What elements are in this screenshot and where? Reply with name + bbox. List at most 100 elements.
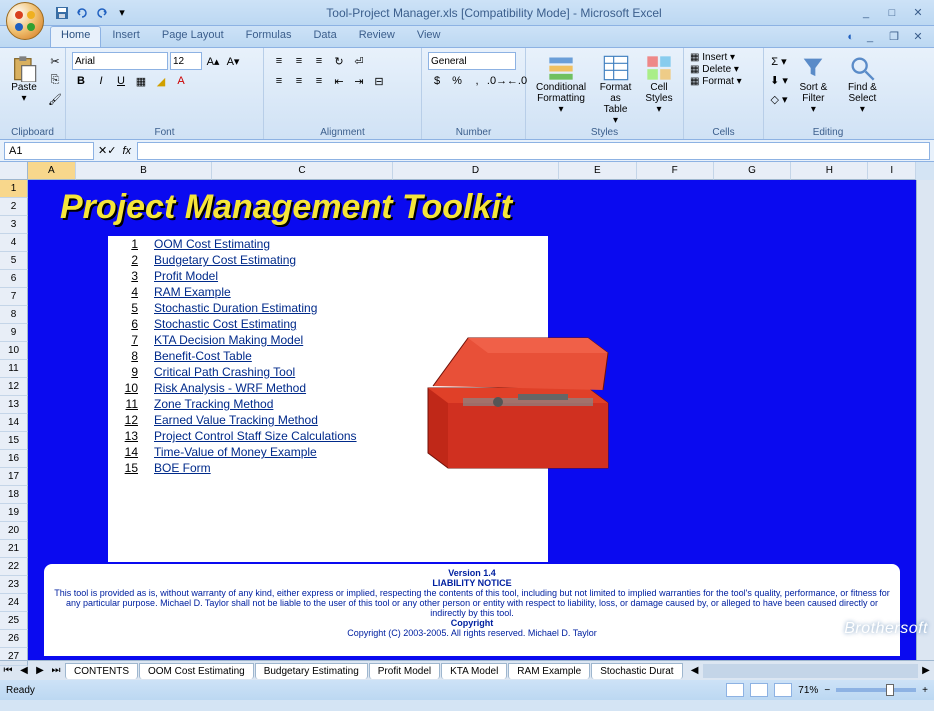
inner-restore-icon[interactable]: ❐ (886, 29, 902, 45)
autosum-icon[interactable]: Σ ▾ (770, 52, 788, 70)
row-header[interactable]: 22 (0, 558, 28, 576)
tab-data[interactable]: Data (302, 26, 347, 47)
column-header[interactable]: G (714, 162, 791, 180)
tab-nav-next-icon[interactable]: ▶ (32, 663, 48, 679)
sheet-tab[interactable]: CONTENTS (65, 663, 138, 679)
row-header[interactable]: 9 (0, 324, 28, 342)
tab-insert[interactable]: Insert (101, 26, 151, 47)
align-top-icon[interactable]: ≡ (270, 52, 288, 70)
zoom-percent[interactable]: 71% (798, 685, 818, 696)
row-header[interactable]: 25 (0, 612, 28, 630)
row-header[interactable]: 17 (0, 468, 28, 486)
toc-link[interactable]: Project Control Staff Size Calculations (154, 429, 357, 443)
toc-link[interactable]: Earned Value Tracking Method (154, 413, 318, 427)
decrease-indent-icon[interactable]: ⇤ (330, 72, 348, 90)
toc-link[interactable]: Benefit-Cost Table (154, 349, 252, 363)
inner-close-icon[interactable]: ✕ (910, 29, 926, 45)
column-header[interactable]: F (637, 162, 714, 180)
insert-cells-button[interactable]: ▦ Insert ▾ (690, 52, 742, 63)
tab-review[interactable]: Review (348, 26, 406, 47)
column-header[interactable]: E (559, 162, 636, 180)
cell-styles-button[interactable]: Cell Styles▾ (641, 52, 677, 117)
format-as-table-button[interactable]: Format as Table▾ (594, 52, 637, 128)
page-layout-view-icon[interactable] (750, 683, 768, 697)
row-header[interactable]: 24 (0, 594, 28, 612)
row-header[interactable]: 3 (0, 216, 28, 234)
bold-icon[interactable]: B (72, 72, 90, 90)
sheet-tab[interactable]: Profit Model (369, 663, 440, 679)
row-header[interactable]: 27 (0, 648, 28, 666)
sort-filter-button[interactable]: Sort & Filter▾ (792, 52, 835, 117)
tab-page-layout[interactable]: Page Layout (151, 26, 235, 47)
border-icon[interactable]: ▦ (132, 72, 150, 90)
tab-formulas[interactable]: Formulas (235, 26, 303, 47)
enter-formula-icon[interactable]: ✓ (107, 144, 116, 157)
row-header[interactable]: 2 (0, 198, 28, 216)
column-header[interactable]: C (212, 162, 392, 180)
row-header[interactable]: 4 (0, 234, 28, 252)
column-header[interactable]: H (791, 162, 868, 180)
page-break-view-icon[interactable] (774, 683, 792, 697)
tab-view[interactable]: View (406, 26, 452, 47)
select-all-corner[interactable] (0, 162, 28, 180)
column-header[interactable]: B (76, 162, 213, 180)
row-header[interactable]: 14 (0, 414, 28, 432)
row-header[interactable]: 23 (0, 576, 28, 594)
redo-icon[interactable] (94, 5, 110, 21)
toc-link[interactable]: Time-Value of Money Example (154, 445, 317, 459)
normal-view-icon[interactable] (726, 683, 744, 697)
column-header[interactable]: I (868, 162, 916, 180)
align-bottom-icon[interactable]: ≡ (310, 52, 328, 70)
row-header[interactable]: 1 (0, 180, 28, 198)
toc-link[interactable]: Budgetary Cost Estimating (154, 253, 296, 267)
row-header[interactable]: 6 (0, 270, 28, 288)
format-painter-icon[interactable]: 🖌 (46, 90, 64, 108)
row-header[interactable]: 21 (0, 540, 28, 558)
maximize-icon[interactable]: □ (884, 5, 900, 21)
font-name-select[interactable] (72, 52, 168, 70)
horizontal-scrollbar[interactable]: ◀▶ (687, 663, 934, 679)
merge-center-icon[interactable]: ⊟ (370, 72, 388, 90)
percent-icon[interactable]: % (448, 72, 466, 90)
accounting-icon[interactable]: $ (428, 72, 446, 90)
format-cells-button[interactable]: ▦ Format ▾ (690, 76, 742, 87)
zoom-out-icon[interactable]: − (824, 685, 830, 696)
help-icon[interactable]: ◐ (847, 31, 854, 43)
toc-link[interactable]: KTA Decision Making Model (154, 333, 303, 347)
font-color-icon[interactable]: A (172, 72, 190, 90)
toc-link[interactable]: OOM Cost Estimating (154, 237, 270, 251)
sheet-tab[interactable]: Budgetary Estimating (255, 663, 368, 679)
column-header[interactable]: D (393, 162, 560, 180)
row-header[interactable]: 8 (0, 306, 28, 324)
toc-link[interactable]: Critical Path Crashing Tool (154, 365, 295, 379)
column-header[interactable]: A (28, 162, 76, 180)
decrease-decimal-icon[interactable]: ←.0 (508, 72, 526, 90)
toc-link[interactable]: Stochastic Cost Estimating (154, 317, 297, 331)
save-icon[interactable] (54, 5, 70, 21)
underline-icon[interactable]: U (112, 72, 130, 90)
toc-link[interactable]: Profit Model (154, 269, 218, 283)
italic-icon[interactable]: I (92, 72, 110, 90)
conditional-formatting-button[interactable]: Conditional Formatting▾ (532, 52, 590, 117)
office-button[interactable] (6, 2, 44, 40)
row-header[interactable]: 7 (0, 288, 28, 306)
row-header[interactable]: 15 (0, 432, 28, 450)
increase-decimal-icon[interactable]: .0→ (488, 72, 506, 90)
toc-link[interactable]: Zone Tracking Method (154, 397, 273, 411)
grow-font-icon[interactable]: A▴ (204, 52, 222, 70)
zoom-in-icon[interactable]: + (922, 685, 928, 696)
sheet-tab[interactable]: RAM Example (508, 663, 590, 679)
clear-icon[interactable]: ◇ ▾ (770, 90, 788, 108)
sheet-content[interactable]: Project Management Toolkit 1OOM Cost Est… (28, 180, 916, 660)
number-format-select[interactable] (428, 52, 516, 70)
orientation-icon[interactable]: ↻ (330, 52, 348, 70)
qat-dropdown-icon[interactable]: ▾ (114, 5, 130, 21)
fill-icon[interactable]: ⬇ ▾ (770, 71, 788, 89)
undo-icon[interactable] (74, 5, 90, 21)
row-header[interactable]: 10 (0, 342, 28, 360)
find-select-button[interactable]: Find & Select▾ (839, 52, 886, 117)
row-header[interactable]: 16 (0, 450, 28, 468)
row-header[interactable]: 11 (0, 360, 28, 378)
font-size-select[interactable] (170, 52, 202, 70)
align-left-icon[interactable]: ≡ (270, 72, 288, 90)
